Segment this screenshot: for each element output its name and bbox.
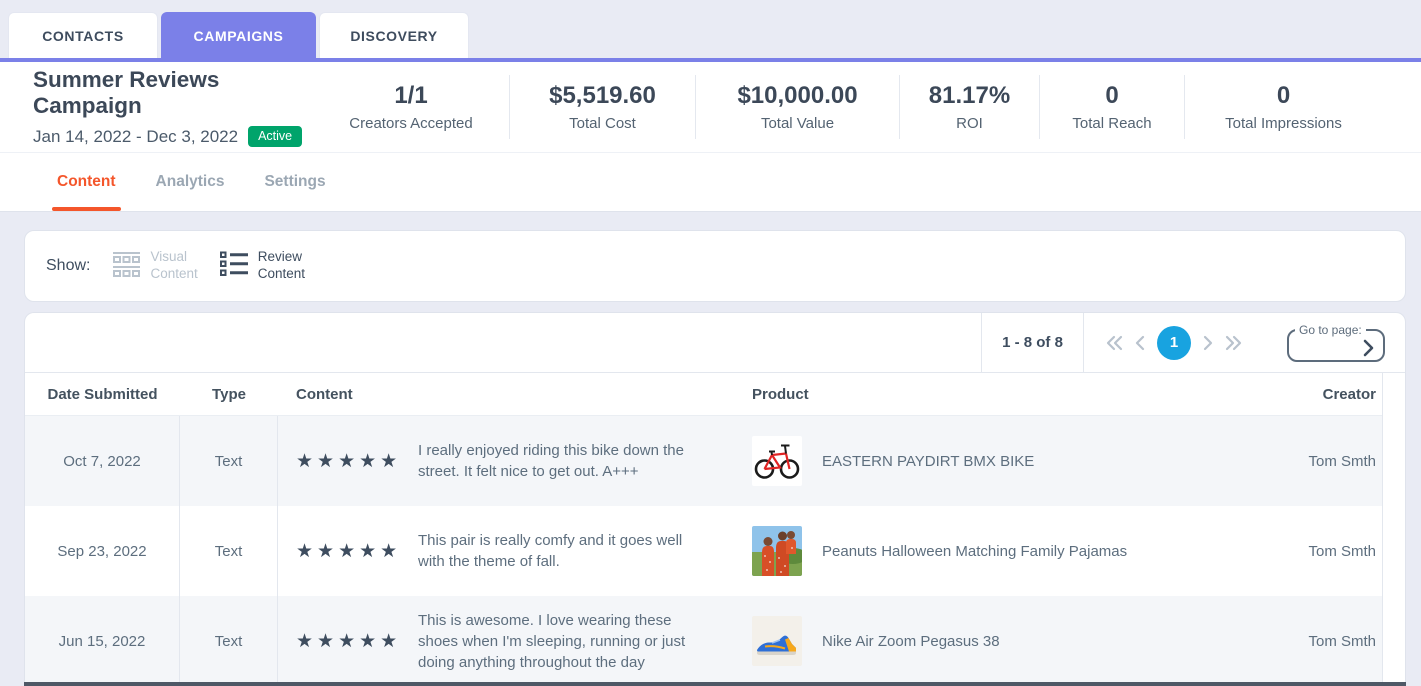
review-content-icon [220,251,249,282]
column-header-product: Product [736,386,1168,403]
product-name: EASTERN PAYDIRT BMX BIKE [822,453,1034,470]
first-page-button[interactable] [1100,330,1129,356]
table-row[interactable]: Jun 15, 2022 Text ★★★★★ This is awesome.… [25,596,1382,686]
cell-content: ★★★★★ This is awesome. I love wearing th… [278,610,736,673]
go-to-page-input[interactable] [1295,338,1349,362]
star-rating: ★★★★★ [296,630,408,653]
column-header-date-submitted: Date Submitted [25,386,180,403]
tab-campaigns[interactable]: CAMPAIGNS [161,12,316,58]
stat-roi: 81.17% ROI [899,75,1039,139]
stat-total-reach: 0 Total Reach [1039,75,1184,139]
cell-product: Nike Air Zoom Pegasus 38 [736,616,1168,666]
cell-content: ★★★★★ This pair is really comfy and it g… [278,530,736,572]
cell-date: Jun 15, 2022 [25,596,180,686]
review-text: This is awesome. I love wearing these sh… [418,610,710,673]
tab-content[interactable]: Content [57,153,116,211]
horizontal-scrollbar[interactable] [24,682,1406,686]
campaign-sub-tabs: Content Analytics Settings [0,152,1421,212]
cell-content: ★★★★★ I really enjoyed riding this bike … [278,440,736,482]
pagination-range: 1 - 8 of 8 [981,313,1084,372]
tab-settings[interactable]: Settings [264,153,325,211]
visual-content-icon [112,251,141,282]
cell-product: Peanuts Halloween Matching Family Pajama… [736,526,1168,576]
review-text: I really enjoyed riding this bike down t… [418,440,710,482]
top-nav: CONTACTS CAMPAIGNS DISCOVERY [0,0,1421,58]
go-to-page-label: Go to page: [1295,324,1366,336]
cell-date: Oct 7, 2022 [25,416,180,506]
tab-analytics[interactable]: Analytics [156,153,225,211]
tab-contacts[interactable]: CONTACTS [8,12,158,58]
next-page-button[interactable] [1197,330,1219,356]
go-to-page-submit-icon[interactable] [1363,339,1374,357]
campaign-date-range: Jan 14, 2022 - Dec 3, 2022 [33,127,238,147]
running-shoe-photo [752,616,802,666]
table-row[interactable]: Oct 7, 2022 Text ★★★★★ I really enjoyed … [25,416,1382,506]
cell-creator: Tom Smth [1168,633,1382,650]
column-header-content: Content [278,386,736,403]
table-row[interactable]: Sep 23, 2022 Text ★★★★★ This pair is rea… [25,506,1382,596]
campaign-title: Summer Reviews Campaign [33,67,313,119]
bmx-bike-photo [752,436,802,486]
star-rating: ★★★★★ [296,450,408,473]
campaign-stats: 1/1 Creators Accepted $5,519.60 Total Co… [313,75,1406,139]
campaign-header: Summer Reviews Campaign Jan 14, 2022 - D… [0,62,1421,152]
content-filter-panel: Show: Visual Content [24,230,1406,302]
cell-creator: Tom Smth [1168,543,1382,560]
cell-date: Sep 23, 2022 [25,506,180,596]
last-page-button[interactable] [1219,330,1248,356]
tab-discovery[interactable]: DISCOVERY [319,12,469,58]
cell-type: Text [180,506,278,596]
cell-creator: Tom Smth [1168,453,1382,470]
cell-product: EASTERN PAYDIRT BMX BIKE [736,436,1168,486]
product-name: Peanuts Halloween Matching Family Pajama… [822,543,1127,560]
star-rating: ★★★★★ [296,540,408,563]
table-header-row: Date Submitted Type Content Product Crea… [25,373,1382,416]
show-label: Show: [46,257,90,275]
campaign-info: Summer Reviews Campaign Jan 14, 2022 - D… [0,67,313,147]
previous-page-button[interactable] [1129,330,1151,356]
review-content-toggle[interactable]: Review Content [220,249,305,283]
stat-creators-accepted: 1/1 Creators Accepted [313,75,509,139]
product-name: Nike Air Zoom Pegasus 38 [822,633,1000,650]
stat-total-cost: $5,519.60 Total Cost [509,75,695,139]
campaign-status-badge: Active [248,126,302,147]
cell-type: Text [180,596,278,686]
review-table: Date Submitted Type Content Product Crea… [25,373,1383,686]
current-page-button[interactable]: 1 [1157,326,1191,360]
stat-total-impressions: 0 Total Impressions [1184,75,1382,139]
family-pajamas-photo [752,526,802,576]
column-header-type: Type [180,386,278,403]
go-to-page-box: Go to page: [1287,324,1385,362]
pagination-bar: 1 - 8 of 8 1 Go to page: [25,313,1405,373]
review-text: This pair is really comfy and it goes we… [418,530,710,572]
review-content-table-panel: 1 - 8 of 8 1 Go to page: [24,312,1406,686]
visual-content-toggle[interactable]: Visual Content [112,249,197,283]
column-header-creator: Creator [1168,386,1382,403]
cell-type: Text [180,416,278,506]
stat-total-value: $10,000.00 Total Value [695,75,899,139]
